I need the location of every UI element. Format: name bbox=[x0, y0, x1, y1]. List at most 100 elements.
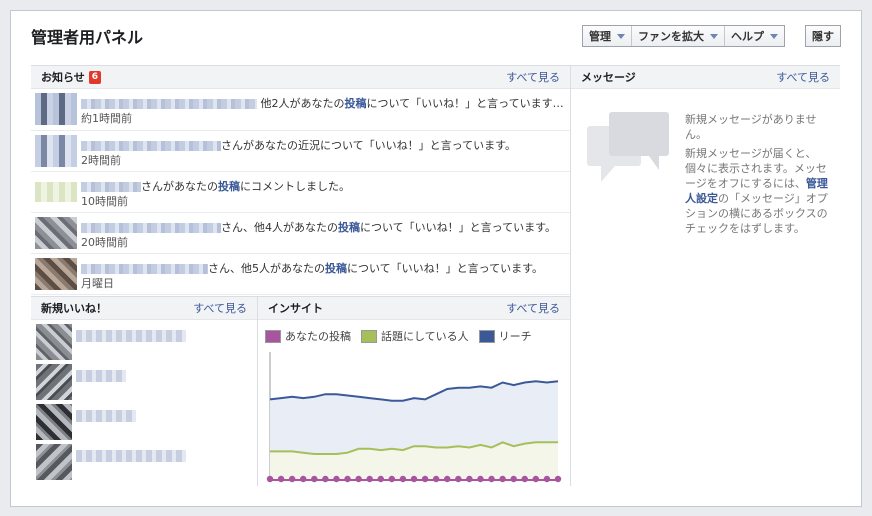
help-button-label: ヘルプ bbox=[731, 30, 764, 43]
data-point[interactable] bbox=[366, 475, 373, 483]
notifications-header: お知らせ 6 すべて見る bbox=[31, 65, 570, 89]
blurred-name bbox=[76, 410, 136, 422]
data-point[interactable] bbox=[477, 475, 484, 483]
data-point[interactable] bbox=[410, 475, 418, 483]
chat-bubbles-icon bbox=[587, 112, 669, 182]
manage-button[interactable]: 管理 bbox=[583, 26, 632, 46]
new-likes-header: 新規いいね！ すべて見る bbox=[31, 296, 257, 320]
messages-empty-text: 新規メッセージがありません。 新規メッセージが届くと、個々に表示されます。メッセ… bbox=[685, 112, 835, 236]
data-point[interactable] bbox=[421, 475, 429, 483]
legend-swatch-posts bbox=[265, 329, 281, 343]
notification-text-before: さん、他5人があなたの bbox=[208, 262, 325, 275]
notification-text-after: について「いいね！」と言っています… bbox=[366, 97, 564, 110]
notification-text-before: さんがあなたの bbox=[141, 180, 218, 193]
data-point[interactable] bbox=[300, 475, 307, 483]
new-likes-title: 新規いいね！ bbox=[41, 302, 107, 315]
notification-text-after: について「いいね！」と言っています。 bbox=[360, 221, 557, 234]
blurred-names bbox=[81, 223, 221, 233]
data-point[interactable] bbox=[322, 475, 329, 483]
blurred-names bbox=[81, 264, 208, 274]
data-point[interactable] bbox=[466, 475, 473, 483]
new-like-item[interactable] bbox=[36, 322, 251, 362]
grow-fans-button-label: ファンを拡大 bbox=[638, 30, 704, 43]
avatar bbox=[35, 93, 77, 125]
blurred-names bbox=[81, 99, 257, 109]
notification-item[interactable]: さんがあなたの近況について「いいね！」と言っています。 2時間前 bbox=[31, 131, 570, 172]
chevron-down-icon bbox=[617, 33, 625, 39]
grow-fans-button[interactable]: ファンを拡大 bbox=[632, 26, 725, 46]
data-point[interactable] bbox=[554, 475, 562, 483]
data-point[interactable] bbox=[399, 475, 407, 483]
data-point[interactable] bbox=[499, 475, 506, 483]
chevron-down-icon bbox=[710, 33, 718, 39]
data-point[interactable] bbox=[510, 475, 517, 483]
new-like-item[interactable] bbox=[36, 402, 251, 442]
notification-text-before: さん、他4人があなたの bbox=[221, 221, 338, 234]
avatar bbox=[36, 444, 72, 480]
divider bbox=[257, 296, 258, 486]
notification-item[interactable]: さんがあなたの投稿にコメントしました。 10時間前 bbox=[31, 172, 570, 213]
notification-text-before: 他2人があなたの bbox=[260, 97, 345, 110]
data-point[interactable] bbox=[488, 475, 495, 483]
data-point[interactable] bbox=[521, 475, 528, 483]
data-point[interactable] bbox=[355, 475, 362, 483]
notification-time: 20時間前 bbox=[81, 236, 128, 249]
notification-time: 約1時間前 bbox=[81, 112, 132, 125]
messages-see-all-link[interactable]: すべて見る bbox=[776, 69, 830, 85]
notification-item[interactable]: さん、他5人があなたの投稿について「いいね！」と言っています。 月曜日 bbox=[31, 254, 570, 295]
data-point[interactable] bbox=[432, 475, 440, 483]
data-point[interactable] bbox=[388, 475, 396, 483]
manage-button-label: 管理 bbox=[589, 30, 611, 43]
data-point[interactable] bbox=[277, 475, 285, 483]
insights-title: インサイト bbox=[268, 302, 323, 315]
divider bbox=[570, 65, 571, 486]
data-point[interactable] bbox=[444, 475, 451, 483]
page-title: 管理者用パネル bbox=[31, 28, 144, 47]
notification-item[interactable]: さん、他4人があなたの投稿について「いいね！」と言っています。 20時間前 bbox=[31, 213, 570, 254]
new-likes-see-all-link[interactable]: すべて見る bbox=[193, 300, 247, 316]
notification-item[interactable]: 他2人があなたの投稿について「いいね！」と言っています… 約1時間前 bbox=[31, 89, 570, 131]
help-button[interactable]: ヘルプ bbox=[725, 26, 784, 46]
avatar bbox=[36, 324, 72, 360]
notification-time: 10時間前 bbox=[81, 195, 128, 208]
messages-help-text: 新規メッセージが届くと、個々に表示されます。メッセージをオフにするには、管理人設… bbox=[685, 146, 835, 236]
notification-text-before: さんがあなたの近況について「いいね！」と言っています。 bbox=[221, 139, 517, 152]
post-link[interactable]: 投稿 bbox=[338, 221, 360, 234]
toolbar-button-group: 管理 ファンを拡大 ヘルプ bbox=[582, 25, 785, 47]
insights-see-all-link[interactable]: すべて見る bbox=[506, 300, 560, 316]
data-point[interactable] bbox=[311, 475, 318, 483]
chevron-down-icon bbox=[770, 33, 778, 39]
notification-text-after: にコメントしました。 bbox=[240, 180, 350, 193]
notifications-title: お知らせ bbox=[41, 71, 85, 84]
notifications-see-all-link[interactable]: すべて見る bbox=[506, 69, 560, 85]
notification-text: さんがあなたの投稿にコメントしました。 bbox=[81, 178, 350, 194]
post-link[interactable]: 投稿 bbox=[218, 180, 240, 193]
avatar bbox=[36, 364, 72, 400]
notification-text-after: について「いいね！」と言っています。 bbox=[347, 262, 544, 275]
data-point[interactable] bbox=[344, 475, 351, 483]
data-point[interactable] bbox=[532, 475, 540, 483]
data-point[interactable] bbox=[455, 475, 462, 483]
data-point[interactable] bbox=[266, 475, 274, 483]
messages-empty-line: 新規メッセージがありません。 bbox=[685, 113, 817, 141]
avatar bbox=[35, 182, 77, 202]
hide-button[interactable]: 隠す bbox=[805, 25, 841, 47]
post-link[interactable]: 投稿 bbox=[345, 97, 367, 110]
avatar bbox=[35, 135, 77, 167]
insights-header: インサイト すべて見る bbox=[258, 296, 570, 320]
post-link[interactable]: 投稿 bbox=[325, 262, 347, 275]
data-point[interactable] bbox=[333, 475, 340, 483]
notification-time: 月曜日 bbox=[81, 277, 114, 290]
notification-text: さんがあなたの近況について「いいね！」と言っています。 bbox=[81, 137, 516, 153]
insights-chart bbox=[266, 352, 562, 483]
blurred-names bbox=[81, 182, 141, 192]
data-point[interactable] bbox=[288, 475, 296, 483]
legend-label-talking: 話題にしている人 bbox=[381, 330, 469, 343]
new-like-item[interactable] bbox=[36, 442, 251, 482]
new-like-item[interactable] bbox=[36, 362, 251, 402]
blurred-names bbox=[81, 141, 221, 151]
data-point[interactable] bbox=[543, 475, 551, 483]
legend-swatch-reach bbox=[478, 329, 495, 343]
avatar bbox=[35, 258, 77, 290]
data-point[interactable] bbox=[377, 475, 384, 483]
